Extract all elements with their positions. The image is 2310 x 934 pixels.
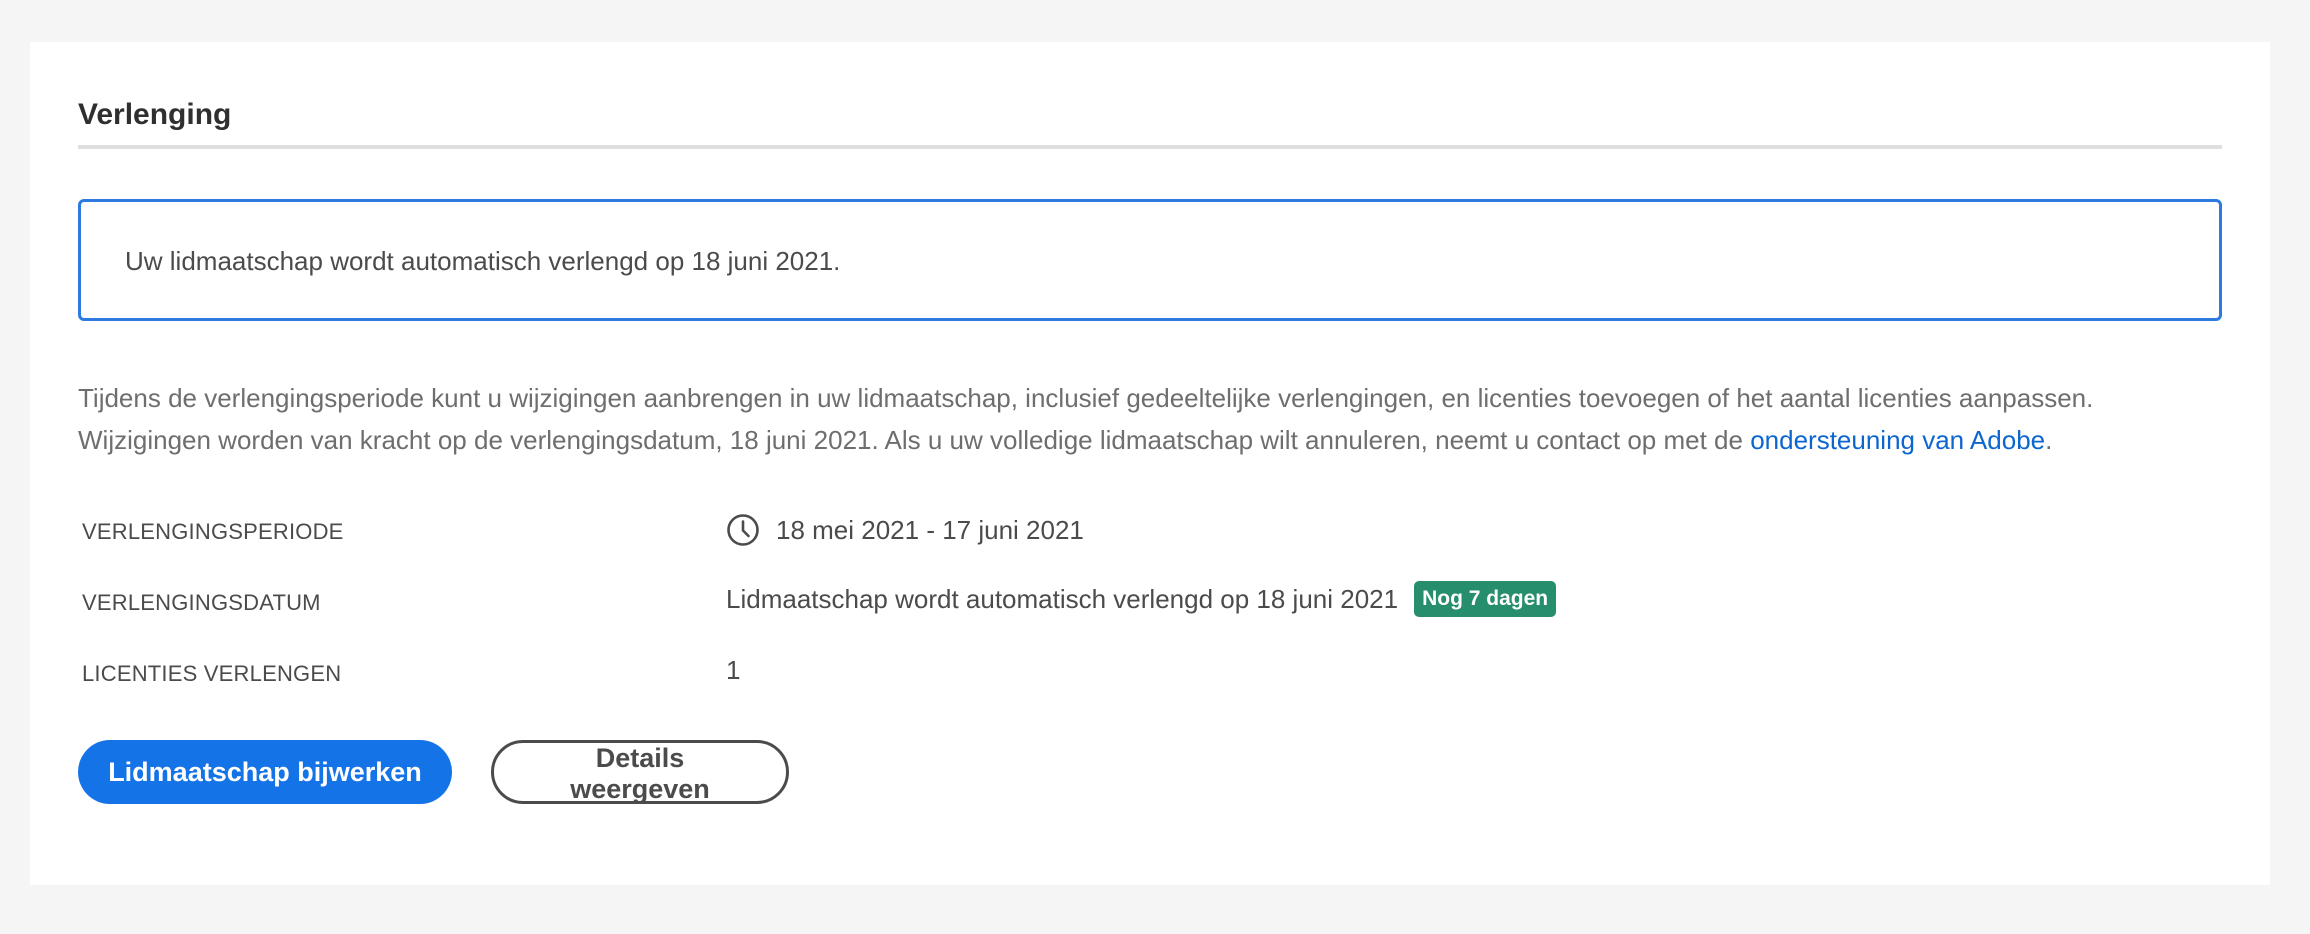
days-remaining-badge: Nog 7 dagen xyxy=(1414,581,1557,617)
renew-licenses-count: 1 xyxy=(726,655,741,685)
clock-icon xyxy=(727,514,759,546)
renewal-notice: Uw lidmaatschap wordt automatisch verlen… xyxy=(78,199,2222,321)
renew-licenses-value: 1 xyxy=(726,655,740,686)
renewal-period-value: 18 mei 2021 - 17 juni 2021 xyxy=(726,513,1084,547)
description-suffix: . xyxy=(2045,425,2053,455)
view-details-button[interactable]: Details weergeven xyxy=(491,740,789,804)
section-title: Verlenging xyxy=(78,98,232,131)
renewal-card: Verlenging Uw lidmaatschap wordt automat… xyxy=(30,42,2270,885)
title-divider xyxy=(78,145,2222,149)
renewal-period-label: VERLENGINGSPERIODE xyxy=(82,519,344,544)
renewal-date-label: VERLENGINGSDATUM xyxy=(82,590,321,615)
update-membership-button[interactable]: Lidmaatschap bijwerken xyxy=(78,740,452,804)
adobe-support-link[interactable]: ondersteuning van Adobe xyxy=(1750,425,2045,455)
renewal-date-text: Lidmaatschap wordt automatisch verlengd … xyxy=(726,583,1399,614)
renewal-period-text: 18 mei 2021 - 17 juni 2021 xyxy=(776,514,1084,545)
renew-licenses-label: LICENTIES VERLENGEN xyxy=(82,661,342,686)
renewal-date-value: Lidmaatschap wordt automatisch verlengd … xyxy=(726,581,1557,617)
renewal-notice-text: Uw lidmaatschap wordt automatisch verlen… xyxy=(125,246,841,276)
renewal-description: Tijdens de verlengingsperiode kunt u wij… xyxy=(78,377,2228,461)
